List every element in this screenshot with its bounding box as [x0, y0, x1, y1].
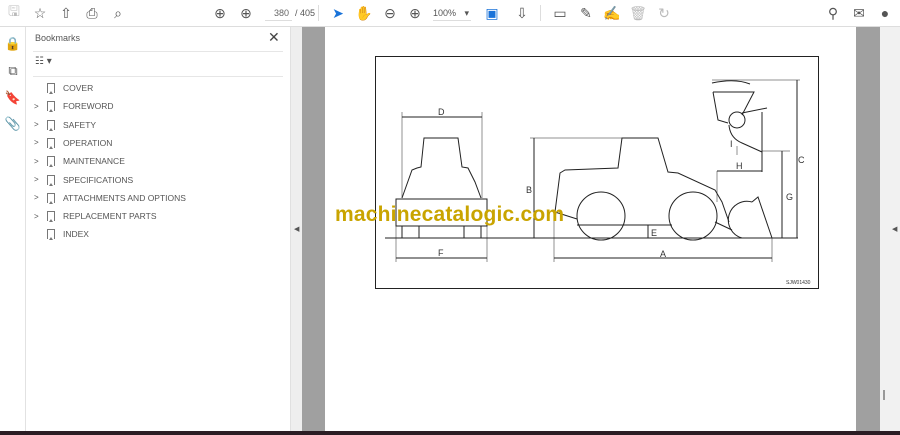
dim-label-c: C: [798, 155, 805, 165]
dim-label-h: H: [736, 161, 743, 171]
front-view: [395, 112, 488, 262]
watermark: machinecatalogic.com: [335, 203, 565, 226]
taskbar-strip: [0, 431, 900, 435]
dim-label-i: I: [730, 139, 733, 149]
dim-label-f: F: [438, 248, 444, 258]
dim-label-d: D: [438, 107, 445, 117]
dim-label-a: A: [660, 249, 666, 259]
side-view: [530, 79, 800, 262]
dim-label-g: G: [786, 192, 793, 202]
drawing-code: SJW01430: [786, 280, 811, 286]
dim-label-e: E: [651, 228, 657, 238]
dim-label-b: B: [526, 185, 532, 195]
